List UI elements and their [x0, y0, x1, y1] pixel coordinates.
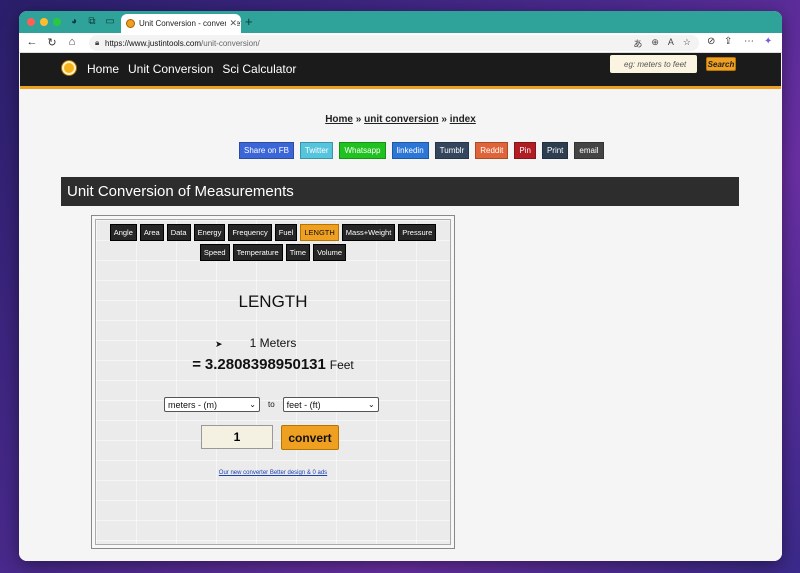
share-whatsapp-button[interactable]: Whatsapp [339, 142, 386, 159]
category-pressure[interactable]: Pressure [398, 224, 437, 241]
to-unit-value: feet - (ft) [286, 399, 321, 410]
lock-icon: 🔒︎ [95, 38, 100, 47]
url-text: https://www.justintools.com/unit-convers… [105, 39, 260, 48]
site-header: Home Unit Conversion Sci Calculator eg: … [20, 53, 781, 89]
home-icon[interactable]: ⌂ [65, 36, 79, 48]
back-arrow-icon[interactable]: ← [25, 36, 39, 48]
page-title: Unit Conversion of Measurements [61, 177, 739, 206]
share-icon[interactable]: ⇪ [724, 36, 732, 47]
url-path: /unit-conversion/ [201, 38, 260, 48]
breadcrumb-unit-conversion[interactable]: unit conversion [364, 114, 438, 125]
result-value: 3.2808398950131 [204, 356, 326, 373]
maximize-window-button[interactable] [53, 18, 61, 26]
web-page: Home Unit Conversion Sci Calculator eg: … [19, 53, 782, 561]
chevron-down-icon: ⌄ [367, 400, 375, 409]
extensions-icon[interactable]: ⊘ [707, 36, 715, 47]
converter-inner: Angle Area Data Energy Frequency Fuel LE… [95, 219, 451, 545]
from-amount: 1 Meters [249, 336, 297, 350]
mouse-cursor-icon: ➤ [215, 339, 223, 349]
converter-panel: Angle Area Data Energy Frequency Fuel LE… [91, 215, 455, 549]
share-reddit-button[interactable]: Reddit [475, 142, 509, 159]
conversion-result: = 3.2808398950131 Feet [96, 356, 450, 373]
site-favicon-icon [126, 19, 135, 28]
category-length[interactable]: LENGTH [300, 224, 339, 241]
category-volume[interactable]: Volume [313, 244, 347, 261]
to-unit-select[interactable]: feet - (ft) ⌄ [282, 397, 379, 412]
share-email-button[interactable]: email [574, 142, 604, 159]
amount-input[interactable]: 1 [201, 425, 273, 449]
category-data[interactable]: Data [166, 224, 191, 241]
breadcrumb: Home » unit conversion » index [19, 114, 782, 125]
category-fuel[interactable]: Fuel [274, 224, 298, 241]
minimize-window-button[interactable] [40, 18, 48, 26]
category-speed[interactable]: Speed [199, 244, 230, 261]
site-search-button[interactable]: Search [706, 57, 736, 71]
tab-actions-icon[interactable]: ▭ [103, 15, 117, 28]
collections-icon[interactable]: ⧉ [85, 15, 99, 28]
reload-icon[interactable]: ↻ [45, 36, 59, 49]
share-facebook-button[interactable]: Share on FB [239, 142, 294, 159]
profile-icon[interactable]: ◕ [67, 15, 81, 28]
result-unit: Feet [329, 358, 354, 372]
category-mass-weight[interactable]: Mass+Weight [341, 224, 396, 241]
convert-button[interactable]: convert [281, 425, 339, 450]
menu-home[interactable]: Home [87, 62, 119, 76]
close-window-button[interactable] [27, 18, 35, 26]
share-twitter-button[interactable]: Twitter [299, 142, 334, 159]
site-logo-icon[interactable] [62, 61, 76, 75]
category-frequency[interactable]: Frequency [228, 224, 272, 241]
favorite-star-icon[interactable]: ☆ [683, 37, 691, 50]
category-angle[interactable]: Angle [109, 224, 137, 241]
category-temperature[interactable]: Temperature [232, 244, 283, 261]
address-bar[interactable]: 🔒︎ https://www.justintools.com/unit-conv… [89, 35, 699, 51]
input-row: 1 convert [201, 425, 339, 450]
share-pin-button[interactable]: Pin [514, 142, 536, 159]
read-aloud-icon[interactable]: A [668, 37, 674, 50]
translate-icon[interactable]: あ [633, 37, 642, 50]
new-converter-link[interactable]: Our new converter Better design & 0 ads [96, 470, 450, 476]
url-host: https://www.justintools.com [105, 38, 202, 48]
more-menu-icon[interactable]: ⋯ [744, 36, 754, 47]
zoom-icon[interactable]: ⊕ [651, 37, 659, 50]
category-time[interactable]: Time [285, 244, 311, 261]
converter-title: LENGTH [238, 292, 308, 311]
browser-window: ◕ ⧉ ▭ Unit Conversion - convert betw ✕ +… [19, 11, 782, 561]
tab-strip: ◕ ⧉ ▭ Unit Conversion - convert betw ✕ + [19, 11, 782, 33]
breadcrumb-home[interactable]: Home [325, 114, 353, 125]
category-buttons: Angle Area Data Energy Frequency Fuel LE… [96, 224, 450, 261]
active-tab[interactable]: Unit Conversion - convert betw ✕ [121, 14, 241, 33]
menu-sci-calculator[interactable]: Sci Calculator [222, 62, 296, 76]
copilot-icon[interactable]: ✦ [764, 36, 772, 47]
site-menu: Home Unit Conversion Sci Calculator [87, 62, 296, 76]
address-toolbar: ← ↻ ⌂ 🔒︎ https://www.justintools.com/uni… [19, 33, 782, 53]
unit-select-row: meters - (m) ⌄ to feet - (ft) ⌄ [164, 397, 379, 412]
site-search-input[interactable]: eg: meters to feet [610, 55, 697, 73]
to-label: to [268, 400, 275, 409]
breadcrumb-index[interactable]: index [450, 114, 476, 125]
share-print-button[interactable]: Print [541, 142, 569, 159]
equals-sign: = [192, 356, 201, 373]
new-tab-button[interactable]: + [245, 14, 253, 29]
share-tumblr-button[interactable]: Tumblr [434, 142, 470, 159]
breadcrumb-sep: » [441, 114, 447, 125]
chevron-down-icon: ⌄ [249, 400, 256, 409]
address-bar-actions: あ ⊕ A ☆ [633, 37, 691, 50]
category-area[interactable]: Area [139, 224, 164, 241]
share-linkedin-button[interactable]: linkedin [391, 142, 429, 159]
from-unit-value: meters - (m) [168, 399, 217, 410]
share-buttons: Share on FB Twitter Whatsapp linkedin Tu… [239, 142, 604, 159]
category-energy[interactable]: Energy [193, 224, 226, 241]
menu-unit-conversion[interactable]: Unit Conversion [128, 62, 213, 76]
breadcrumb-sep: » [355, 114, 362, 125]
window-controls [27, 18, 61, 26]
from-unit-select[interactable]: meters - (m) ⌄ [164, 397, 260, 412]
close-tab-icon[interactable]: ✕ [226, 18, 237, 29]
